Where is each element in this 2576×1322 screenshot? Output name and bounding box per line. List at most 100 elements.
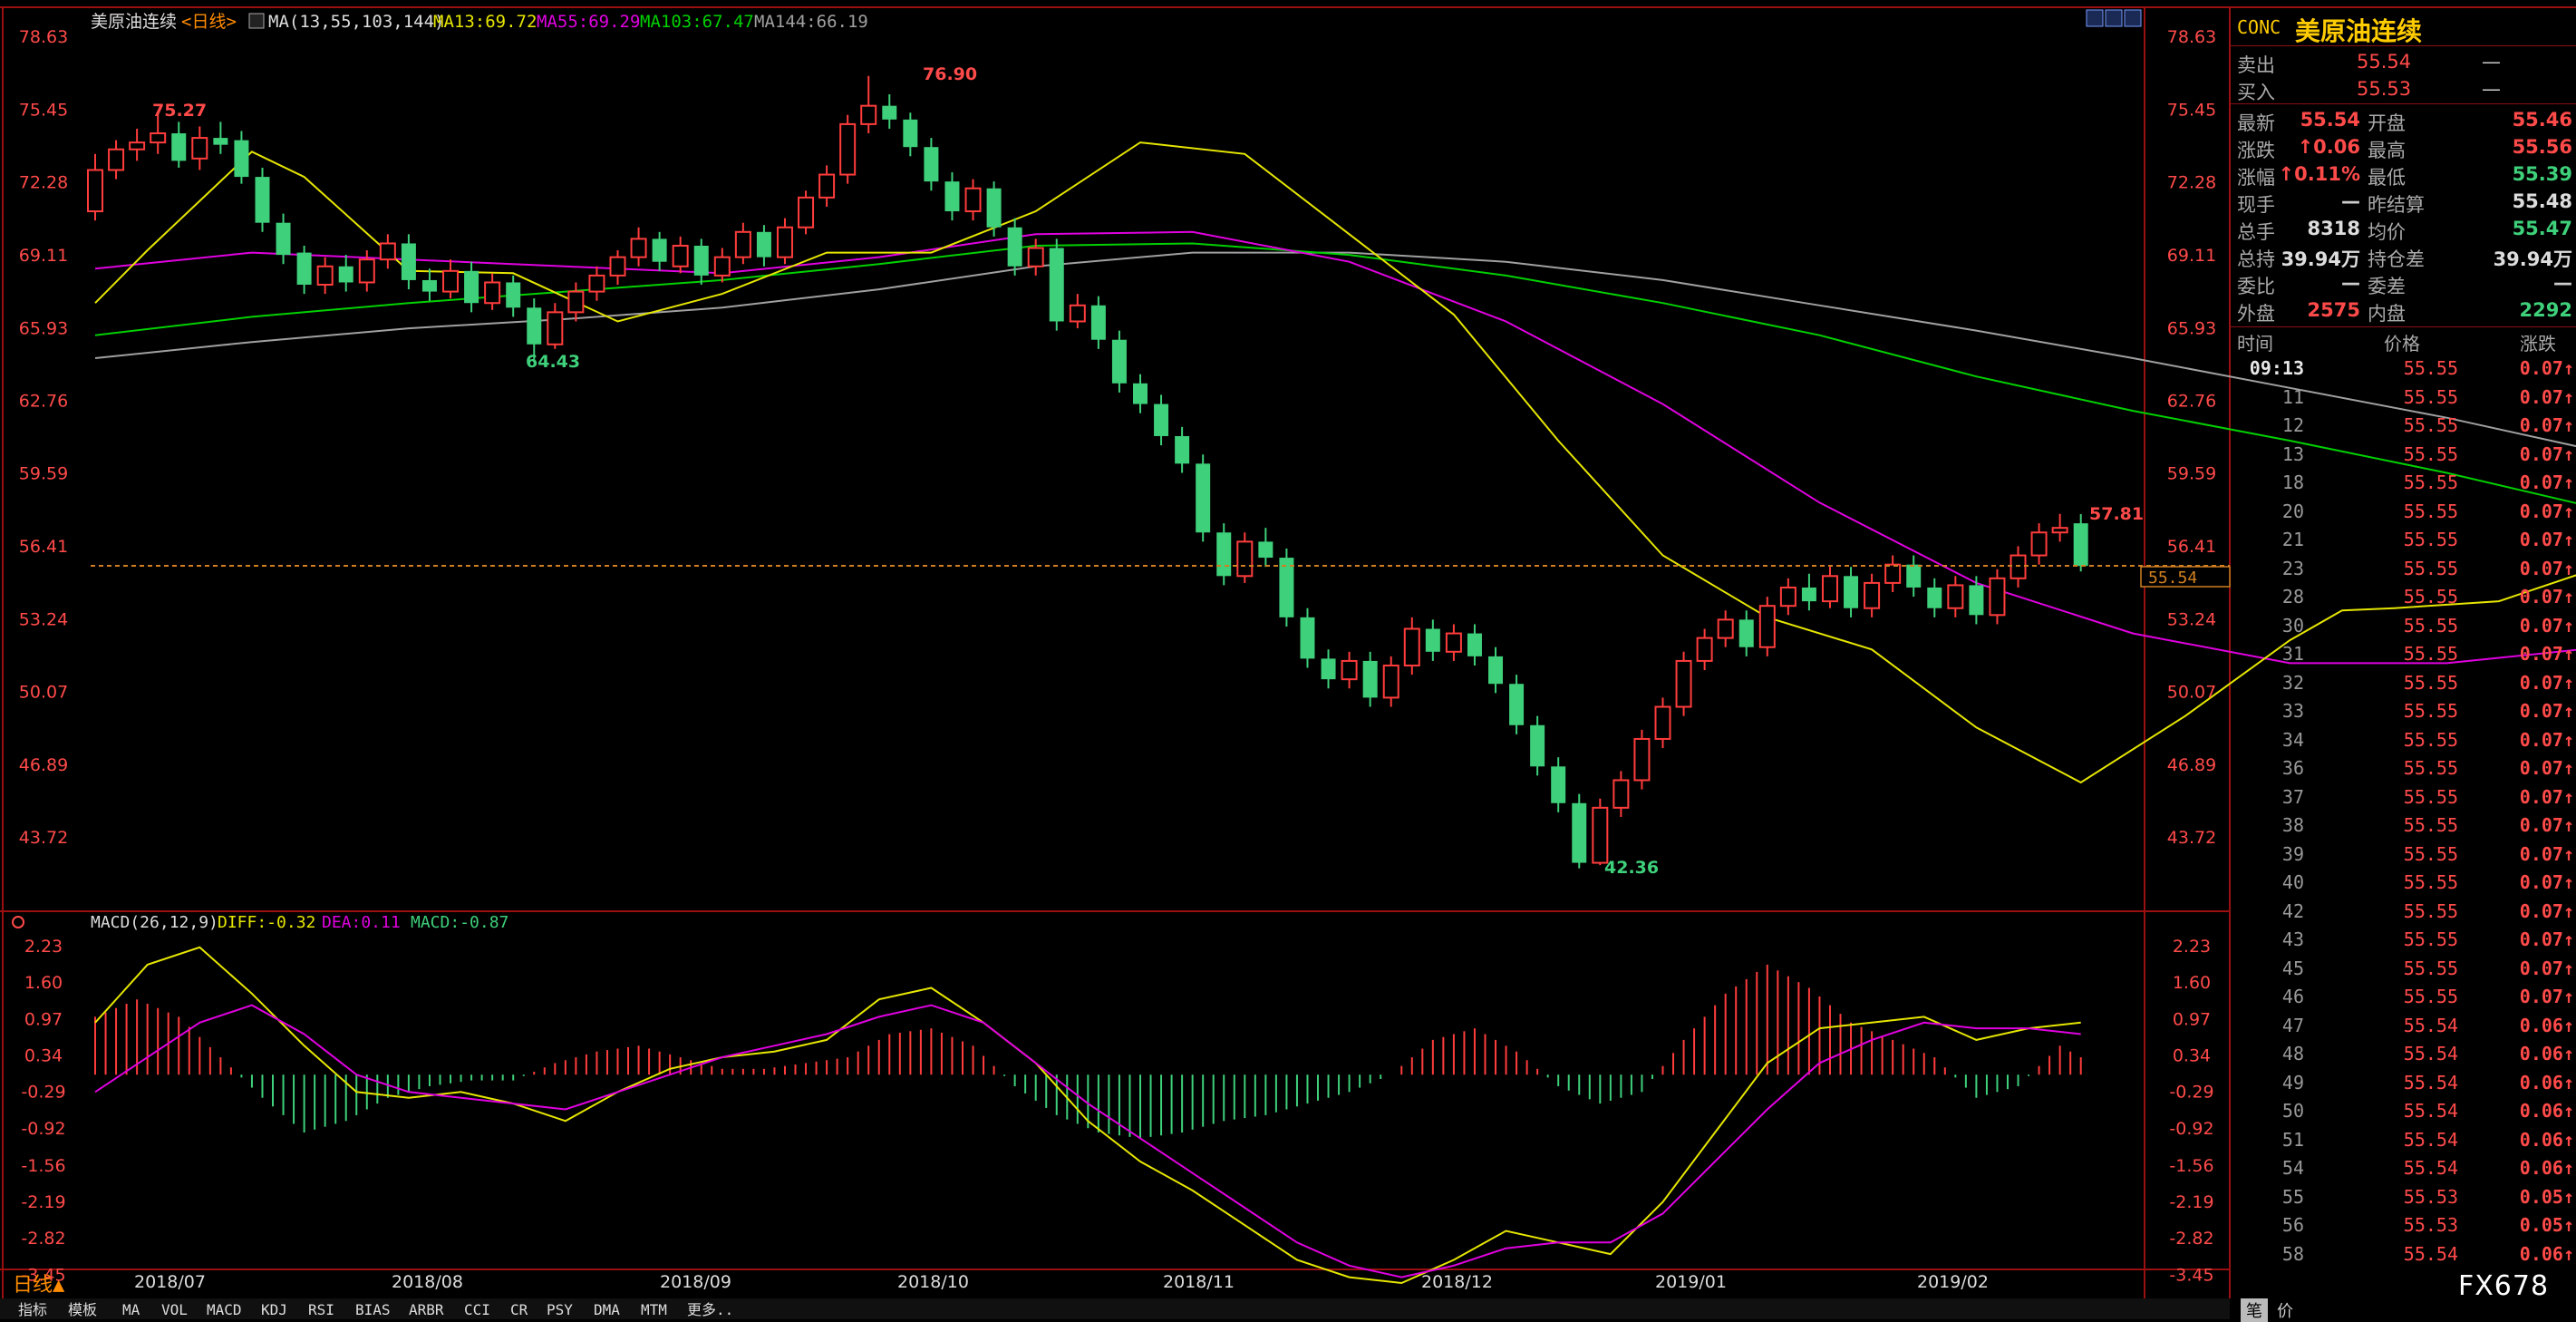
tick-price: 55.55	[2403, 700, 2458, 722]
candle	[1612, 771, 1630, 817]
tick-row[interactable]: 30 55.55 0.07↑	[2230, 611, 2576, 640]
candle-body	[924, 147, 939, 182]
price-low-label-b: 42.36	[1604, 858, 1659, 878]
candle	[588, 266, 605, 301]
tab-dma[interactable]: DMA	[594, 1301, 620, 1318]
tick-row[interactable]: 12 55.55 0.07↑	[2230, 411, 2576, 440]
tick-row[interactable]: 51 55.54 0.06↑	[2230, 1125, 2576, 1154]
tick-change: 0.07↑	[2519, 557, 2574, 579]
macd-tick-left: -0.29	[21, 1083, 65, 1103]
candle	[1633, 729, 1651, 790]
candle-body	[1696, 637, 1713, 662]
minimize-icon[interactable]	[2086, 9, 2104, 27]
tick-row[interactable]: 46 55.55 0.07↑	[2230, 982, 2576, 1011]
candle	[1906, 555, 1922, 598]
ma-settings-icon[interactable]	[248, 13, 265, 29]
candle	[191, 126, 208, 170]
tick-change: 0.07↑	[2519, 500, 2574, 522]
kline-chart[interactable]: 78.63 78.63 75.45 75.45 72.28 72.28 69.11 69.11…	[0, 0, 2576, 1319]
tick-row[interactable]: 13 55.55 0.07↑	[2230, 440, 2576, 469]
tab-cci[interactable]: CCI	[464, 1301, 490, 1318]
tick-row[interactable]: 55 55.53 0.05↑	[2230, 1182, 2576, 1211]
candle-body	[1821, 575, 1838, 603]
tick-row[interactable]: 54 55.54 0.06↑	[2230, 1153, 2576, 1182]
ma13-label: MA13:69.72	[433, 12, 537, 32]
tick-row[interactable]: 33 55.55 0.07↑	[2230, 696, 2576, 725]
tab-kdj[interactable]: KDJ	[261, 1301, 287, 1318]
tab-ma[interactable]: MA	[122, 1301, 140, 1318]
close-icon[interactable]	[2124, 9, 2142, 27]
tick-change: 0.07↑	[2519, 785, 2574, 808]
tick-row[interactable]: 45 55.55 0.07↑	[2230, 954, 2576, 983]
price-tick-right: 56.41	[2167, 537, 2216, 557]
candle	[442, 259, 460, 299]
candle-body	[1927, 587, 1942, 608]
candle-body	[1801, 587, 1816, 602]
candle	[1989, 569, 2006, 625]
tick-change: 0.07↑	[2519, 700, 2574, 722]
tick-row[interactable]: 21 55.55 0.07↑	[2230, 525, 2576, 554]
restore-icon[interactable]	[2105, 9, 2123, 27]
tick-row[interactable]: 34 55.55 0.07↑	[2230, 725, 2576, 754]
tab-vol[interactable]: VOL	[161, 1301, 188, 1318]
macd-tick-left: -1.56	[21, 1156, 65, 1176]
tab-mtm[interactable]: MTM	[641, 1301, 667, 1318]
tick-change: 0.07↑	[2519, 643, 2574, 665]
tick-row[interactable]: 32 55.55 0.07↑	[2230, 668, 2576, 697]
tab-indicator[interactable]: 指标	[18, 1301, 47, 1318]
tick-change: 0.07↑	[2519, 671, 2574, 694]
tab-cr[interactable]: CR	[510, 1301, 528, 1318]
tick-row[interactable]: 28 55.55 0.07↑	[2230, 582, 2576, 611]
candle	[944, 172, 960, 221]
tick-price: 55.54	[2403, 1128, 2458, 1151]
candle-body	[1551, 766, 1566, 803]
tick-row[interactable]: 11 55.55 0.07↑	[2230, 383, 2576, 412]
tab-macd[interactable]: MACD	[207, 1301, 242, 1318]
candle-body	[734, 230, 751, 258]
tick-row[interactable]: 50 55.54 0.06↑	[2230, 1096, 2576, 1125]
tab-bias[interactable]: BIAS	[355, 1301, 391, 1318]
tick-row[interactable]: 49 55.54 0.06↑	[2230, 1068, 2576, 1097]
tick-row[interactable]: 31 55.55 0.07↑	[2230, 639, 2576, 668]
macd-tick-left: 2.23	[24, 937, 63, 957]
tick-row[interactable]: 47 55.54 0.06↑	[2230, 1011, 2576, 1040]
candle-body	[1403, 627, 1420, 666]
tab-rsi[interactable]: RSI	[308, 1301, 334, 1318]
tick-row[interactable]: 18 55.55 0.07↑	[2230, 468, 2576, 497]
candle	[1425, 619, 1440, 661]
month-axis: 2018/07 2018/08 2018/09 2018/10 2018/11 …	[134, 1272, 1989, 1292]
tick-row[interactable]: 48 55.54 0.06↑	[2230, 1039, 2576, 1068]
candle	[924, 138, 939, 191]
tick-row[interactable]: 42 55.55 0.07↑	[2230, 897, 2576, 926]
month-label: 2018/07	[134, 1272, 206, 1292]
tick-row[interactable]: 58 55.54 0.06↑	[2230, 1239, 2576, 1269]
window-buttons[interactable]	[2086, 9, 2142, 27]
footer-tab-b[interactable]: 价	[2277, 1298, 2293, 1322]
candle	[2009, 546, 2027, 588]
tab-template[interactable]: 模板	[68, 1301, 97, 1318]
bottom-tabs[interactable]: 日线▲ 指标 模板 MA VOL MACD KDJ RSI BIAS ARBR …	[0, 1274, 2230, 1319]
tab-more[interactable]: 更多..	[687, 1301, 733, 1318]
tick-row[interactable]: 37 55.55 0.07↑	[2230, 783, 2576, 812]
price-tick-right: 59.59	[2167, 464, 2216, 484]
candle	[1696, 628, 1713, 671]
tab-arbr[interactable]: ARBR	[409, 1301, 444, 1318]
buy-volume: —	[2482, 78, 2501, 100]
candle-body	[1236, 540, 1254, 578]
stat-label: 持仓差	[2368, 248, 2425, 270]
tick-row[interactable]: 40 55.55 0.07↑	[2230, 868, 2576, 897]
tick-row[interactable]: 20 55.55 0.07↑	[2230, 497, 2576, 526]
tab-psy[interactable]: PSY	[547, 1301, 573, 1318]
price-low-label-a: 64.43	[526, 352, 580, 372]
tick-row[interactable]: 39 55.55 0.07↑	[2230, 840, 2576, 869]
footer-tab-a[interactable]: 笔	[2241, 1298, 2268, 1322]
candle	[1175, 426, 1190, 473]
tab-daily[interactable]: 日线▲	[13, 1274, 65, 1297]
tick-row[interactable]: 38 55.55 0.07↑	[2230, 811, 2576, 840]
tick-row[interactable]: 36 55.55 0.07↑	[2230, 753, 2576, 783]
tick-row[interactable]: 43 55.55 0.07↑	[2230, 925, 2576, 954]
tick-row[interactable]: 56 55.53 0.05↑	[2230, 1210, 2576, 1239]
tick-row[interactable]: 09:13 55.55 0.07↑	[2230, 354, 2576, 383]
tick-row[interactable]: 23 55.55 0.07↑	[2230, 554, 2576, 583]
candle	[213, 122, 228, 154]
